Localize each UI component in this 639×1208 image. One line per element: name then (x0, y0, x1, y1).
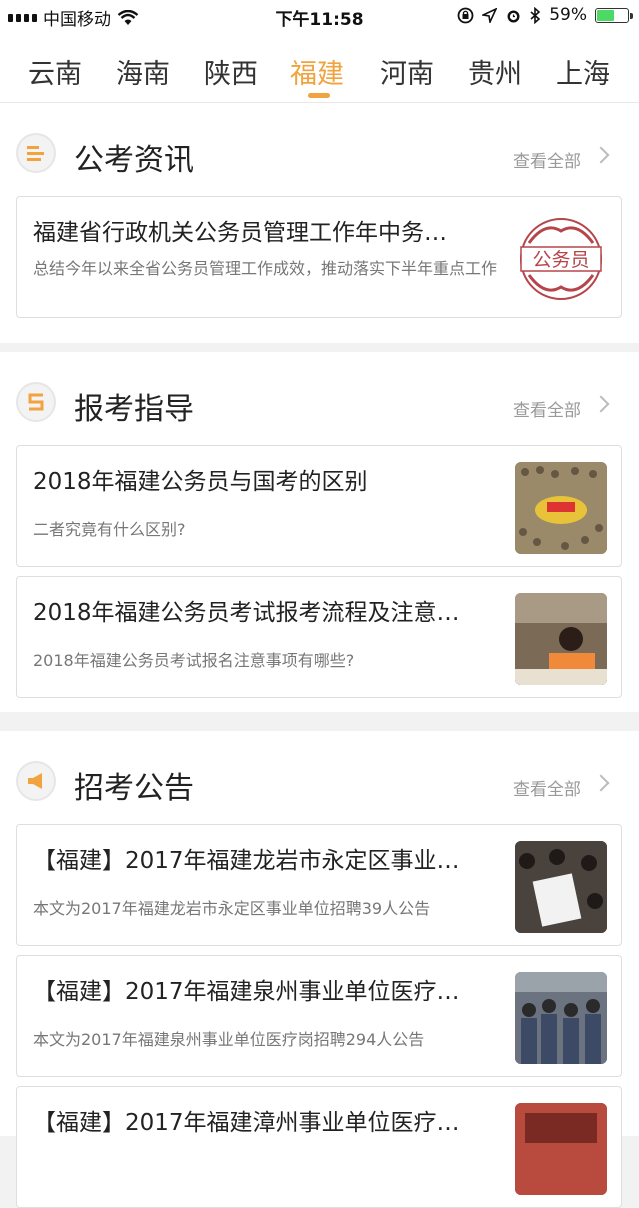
tab-henan[interactable]: 河南 (380, 52, 434, 91)
view-all-link[interactable]: 查看全部 (513, 775, 581, 800)
card-title: 福建省行政机关公务员管理工作年中务… (33, 220, 447, 246)
status-right: 59% (457, 5, 633, 25)
announcement-card[interactable]: 【福建】2017年福建泉州事业单位医疗… 本文为2017年福建泉州事业单位医疗岗… (16, 955, 622, 1077)
card-desc: 本文为2017年福建龙岩市永定区事业单位招聘39人公告 (33, 899, 431, 918)
tab-shanghai[interactable]: 上海 (556, 52, 610, 91)
news-icon (16, 133, 56, 173)
crowd-bowl-thumbnail (515, 462, 607, 554)
job-fair-crowd-thumbnail (515, 841, 607, 933)
bluetooth-icon (530, 6, 541, 24)
alarm-icon (507, 10, 520, 22)
candidates-queue-thumbnail (515, 972, 607, 1064)
tab-hainan[interactable]: 海南 (116, 52, 170, 91)
active-tab-indicator (308, 93, 330, 98)
chevron-right-icon[interactable] (592, 146, 610, 164)
orientation-lock-icon (457, 7, 474, 23)
section-title: 公考资讯 (74, 143, 194, 178)
battery-icon (595, 7, 633, 23)
guide-card[interactable]: 2018年福建公务员考试报考流程及注意… 2018年福建公务员考试报名注意事项有… (16, 576, 622, 698)
section-header: 招考公告 查看全部 (0, 731, 639, 823)
status-bar: 中国移动 下午11:58 59% (0, 0, 639, 34)
battery-percent: 59% (549, 5, 587, 25)
chevron-right-icon[interactable] (592, 395, 610, 413)
section-header: 报考指导 查看全部 (0, 352, 639, 444)
card-title: 2018年福建公务员与国考的区别 (33, 469, 368, 495)
announcement-card[interactable]: 【福建】2017年福建龙岩市永定区事业… 本文为2017年福建龙岩市永定区事业单… (16, 824, 622, 946)
card-desc: 2018年福建公务员考试报名注意事项有哪些? (33, 651, 355, 670)
section-title: 报考指导 (74, 392, 194, 427)
card-title: 【福建】2017年福建漳州事业单位医疗… (33, 1110, 460, 1136)
announcement-card[interactable]: 【福建】2017年福建漳州事业单位医疗… (16, 1086, 622, 1208)
location-icon (482, 7, 498, 23)
section-announcements: 招考公告 查看全部 【福建】2017年福建龙岩市永定区事业… 本文为2017年福… (0, 731, 639, 1208)
civil-servant-seal-thumbnail: 公务员 (515, 213, 607, 305)
tab-guizhou[interactable]: 贵州 (468, 52, 522, 91)
section-header: 公考资讯 查看全部 (0, 103, 639, 195)
chevron-right-icon[interactable] (592, 774, 610, 792)
view-all-link[interactable]: 查看全部 (513, 147, 581, 172)
card-title: 2018年福建公务员考试报考流程及注意… (33, 600, 460, 626)
card-desc: 本文为2017年福建泉州事业单位医疗岗招聘294人公告 (33, 1030, 425, 1049)
tab-yunnan[interactable]: 云南 (28, 52, 82, 91)
view-all-link[interactable]: 查看全部 (513, 396, 581, 421)
section-title: 招考公告 (74, 771, 194, 806)
seal-text: 公务员 (532, 249, 589, 271)
guide-icon (16, 382, 56, 422)
guide-card[interactable]: 2018年福建公务员与国考的区别 二者究竟有什么区别? (16, 445, 622, 567)
section-news: 公考资讯 查看全部 福建省行政机关公务员管理工作年中务… 总结今年以来全省公务员… (0, 103, 639, 343)
tab-fujian[interactable]: 福建 (290, 52, 344, 91)
card-desc: 总结今年以来全省公务员管理工作成效，推动落实下半年重点工作 (33, 259, 498, 278)
card-desc: 二者究竟有什么区别? (33, 520, 186, 539)
card-title: 【福建】2017年福建龙岩市永定区事业… (33, 848, 460, 874)
section-guide: 报考指导 查看全部 2018年福建公务员与国考的区别 二者究竟有什么区别? 20… (0, 352, 639, 712)
building-thumbnail (515, 1103, 607, 1195)
exam-room-thumbnail (515, 593, 607, 685)
tab-shaanxi[interactable]: 陕西 (204, 52, 258, 91)
card-title: 【福建】2017年福建泉州事业单位医疗… (33, 979, 460, 1005)
megaphone-icon (16, 761, 56, 801)
news-card[interactable]: 福建省行政机关公务员管理工作年中务… 总结今年以来全省公务员管理工作成效，推动落… (16, 196, 622, 318)
battery-fill (597, 9, 615, 21)
